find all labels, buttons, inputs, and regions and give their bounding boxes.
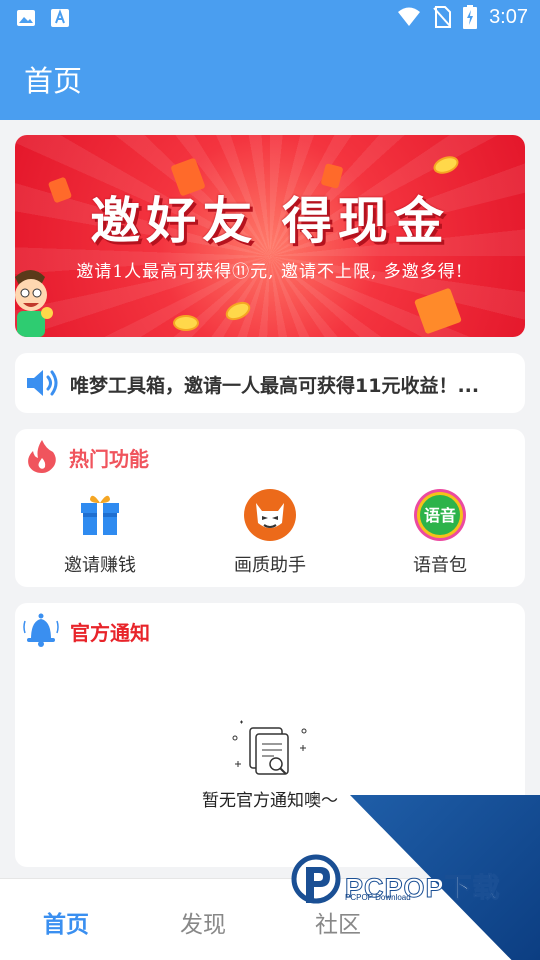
watermark-logo-icon bbox=[291, 854, 341, 904]
no-sim-icon bbox=[433, 6, 452, 28]
fire-icon bbox=[28, 440, 56, 473]
nav-tab-discover[interactable]: 发现 bbox=[180, 905, 226, 939]
announcement-text: 唯梦工具箱，邀请一人最高可获得11元收益！... bbox=[70, 375, 480, 397]
official-notices-title: 官方通知 bbox=[70, 621, 150, 645]
devil-face-icon bbox=[244, 489, 296, 541]
feature-label: 语音包 bbox=[413, 555, 467, 576]
cartoon-character-icon bbox=[15, 270, 53, 337]
image-icon bbox=[17, 10, 35, 26]
announcement-bar[interactable]: 唯梦工具箱，邀请一人最高可获得11元收益！... bbox=[15, 353, 525, 413]
feature-invite-earn[interactable]: 邀请赚钱 bbox=[30, 489, 170, 577]
feature-voice-pack[interactable]: 语音 语音包 bbox=[370, 489, 510, 577]
nav-tab-home[interactable]: 首页 bbox=[43, 905, 89, 939]
status-bar: 3:07 bbox=[0, 0, 540, 36]
banner-subtitle: 邀请1人最高可获得⑪元, 邀请不上限, 多邀多得! bbox=[76, 262, 464, 282]
hot-features-title: 热门功能 bbox=[69, 447, 149, 471]
voice-pack-icon: 语音 bbox=[414, 489, 466, 541]
coin-icon bbox=[173, 315, 199, 331]
app-bar: 首页 bbox=[0, 36, 540, 120]
gift-icon bbox=[74, 489, 126, 541]
text-app-icon bbox=[51, 9, 69, 27]
watermark-subtext: PCPOP Download bbox=[345, 893, 411, 902]
banner-title: 邀好友 得现金 bbox=[90, 191, 450, 250]
voice-pack-icon-text: 语音 bbox=[424, 506, 456, 525]
clock: 3:07 bbox=[489, 5, 528, 28]
bell-icon bbox=[23, 613, 59, 647]
page-title: 首页 bbox=[24, 64, 83, 98]
wifi-icon bbox=[398, 7, 421, 26]
feature-label: 画质助手 bbox=[234, 555, 306, 576]
speaker-icon bbox=[27, 370, 58, 396]
empty-document-icon bbox=[232, 720, 307, 775]
battery-charging-icon bbox=[463, 5, 478, 29]
invite-banner[interactable]: 邀好友 得现金 邀请1人最高可获得⑪元, 邀请不上限, 多邀多得! bbox=[15, 135, 525, 337]
hot-features-card: 热门功能 邀请赚钱 画质助手 语音 语音包 bbox=[15, 429, 525, 587]
feature-quality-helper[interactable]: 画质助手 bbox=[200, 489, 340, 577]
feature-label: 邀请赚钱 bbox=[64, 555, 136, 576]
